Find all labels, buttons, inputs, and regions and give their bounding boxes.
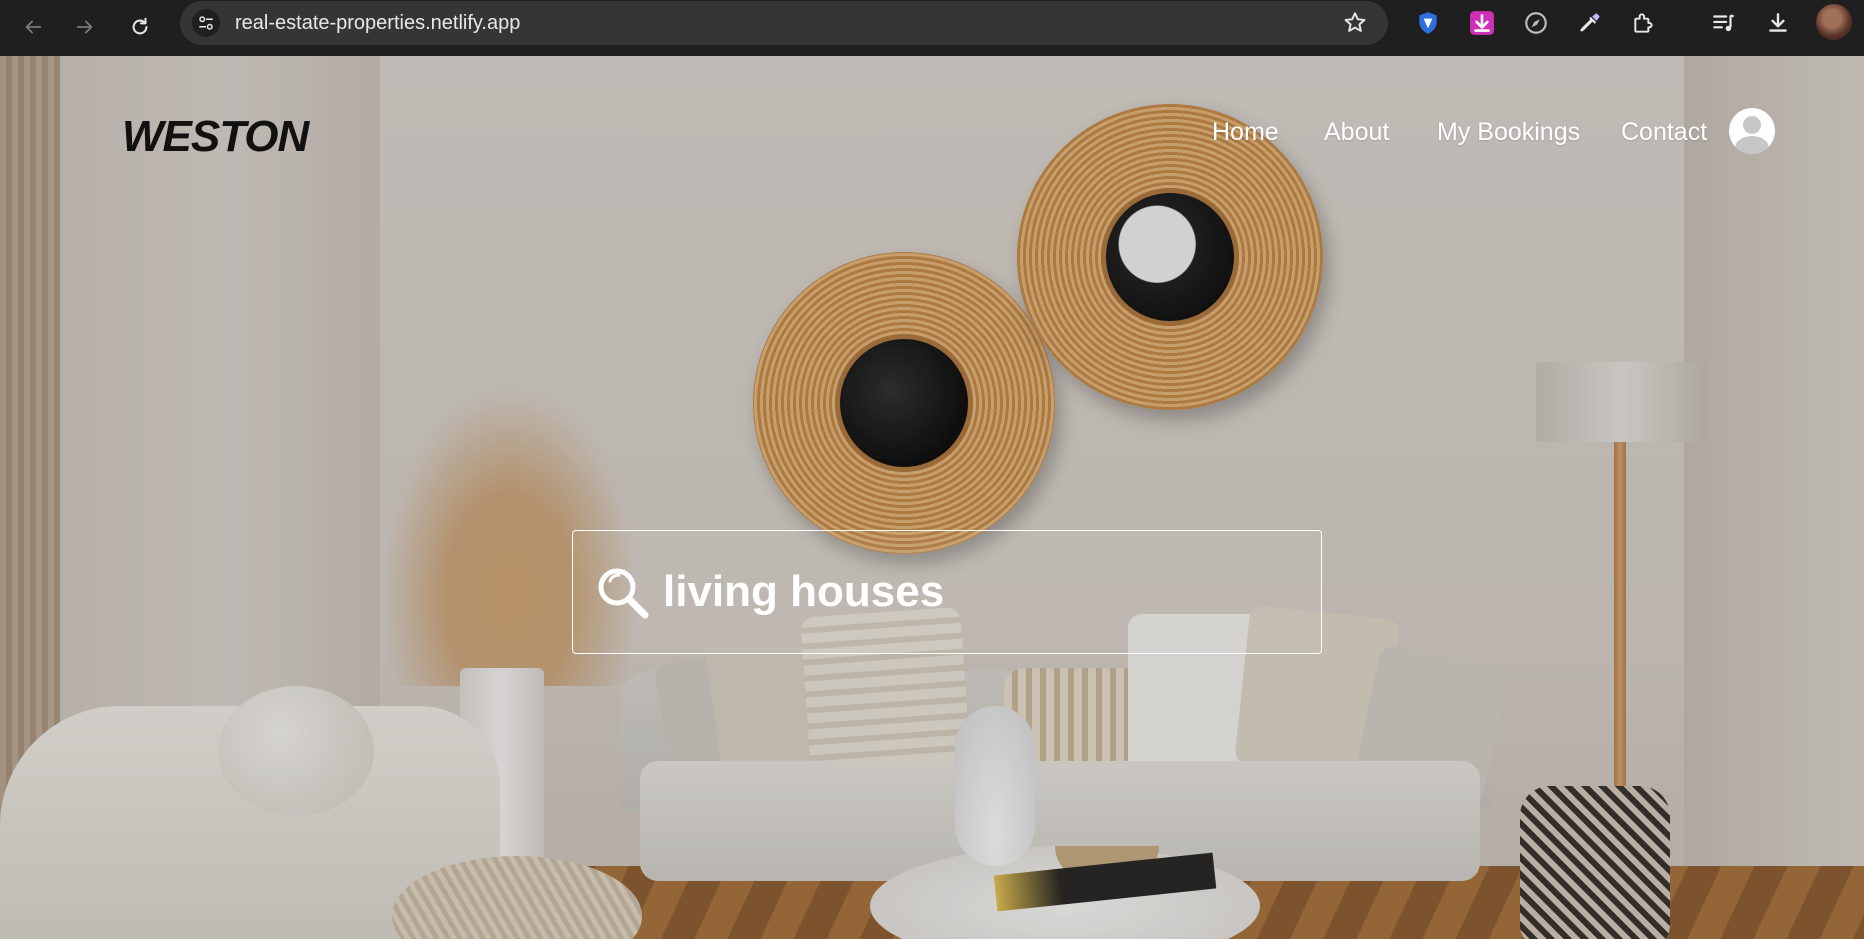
extensions-button[interactable] bbox=[1627, 6, 1661, 40]
reload-button[interactable] bbox=[121, 8, 159, 46]
back-arrow-icon bbox=[25, 20, 42, 34]
site-settings-icon bbox=[199, 16, 213, 30]
user-avatar-icon[interactable] bbox=[1729, 108, 1775, 154]
compass-extension-icon bbox=[1525, 12, 1547, 34]
media-queue-icon bbox=[1713, 14, 1735, 32]
property-search-input[interactable]: living houses bbox=[572, 530, 1322, 654]
profile-avatar-icon[interactable] bbox=[1816, 4, 1852, 40]
download-extension[interactable] bbox=[1465, 6, 1499, 40]
shield-extension[interactable] bbox=[1411, 6, 1445, 40]
address-bar[interactable]: real-estate-properties.netlify.app bbox=[180, 1, 1388, 45]
reload-icon bbox=[132, 17, 148, 35]
main-navigation: Home About My Bookings Contact bbox=[0, 108, 1864, 168]
compass-extension[interactable] bbox=[1519, 6, 1553, 40]
download-extension-icon bbox=[1470, 11, 1494, 35]
downloads-button[interactable] bbox=[1761, 6, 1795, 40]
search-icon bbox=[598, 568, 649, 619]
nav-link-my-bookings[interactable]: My Bookings bbox=[1437, 118, 1580, 147]
browser-toolbar: real-estate-properties.netlify.app bbox=[0, 0, 1864, 56]
nav-link-about[interactable]: About bbox=[1324, 118, 1389, 147]
bookmark-star-icon[interactable] bbox=[1342, 10, 1368, 36]
site-settings-button[interactable] bbox=[192, 9, 220, 37]
search-query-text[interactable]: living houses bbox=[663, 567, 944, 617]
forward-arrow-icon bbox=[76, 20, 93, 34]
eyedropper-extension-icon bbox=[1580, 13, 1600, 32]
downloads-icon bbox=[1769, 13, 1787, 32]
shield-extension-icon bbox=[1419, 12, 1437, 34]
nav-link-contact[interactable]: Contact bbox=[1621, 118, 1707, 147]
media-queue-button[interactable] bbox=[1707, 6, 1741, 40]
forward-button[interactable] bbox=[66, 8, 104, 46]
puzzle-extensions-icon bbox=[1634, 13, 1653, 33]
hero-background-image bbox=[0, 56, 1864, 939]
nav-link-home[interactable]: Home bbox=[1212, 118, 1279, 147]
back-button[interactable] bbox=[14, 8, 52, 46]
eyedropper-extension[interactable] bbox=[1573, 6, 1607, 40]
page-viewport: WESTON Home About My Bookings Contact li… bbox=[0, 56, 1864, 939]
url-text[interactable]: real-estate-properties.netlify.app bbox=[235, 12, 520, 35]
